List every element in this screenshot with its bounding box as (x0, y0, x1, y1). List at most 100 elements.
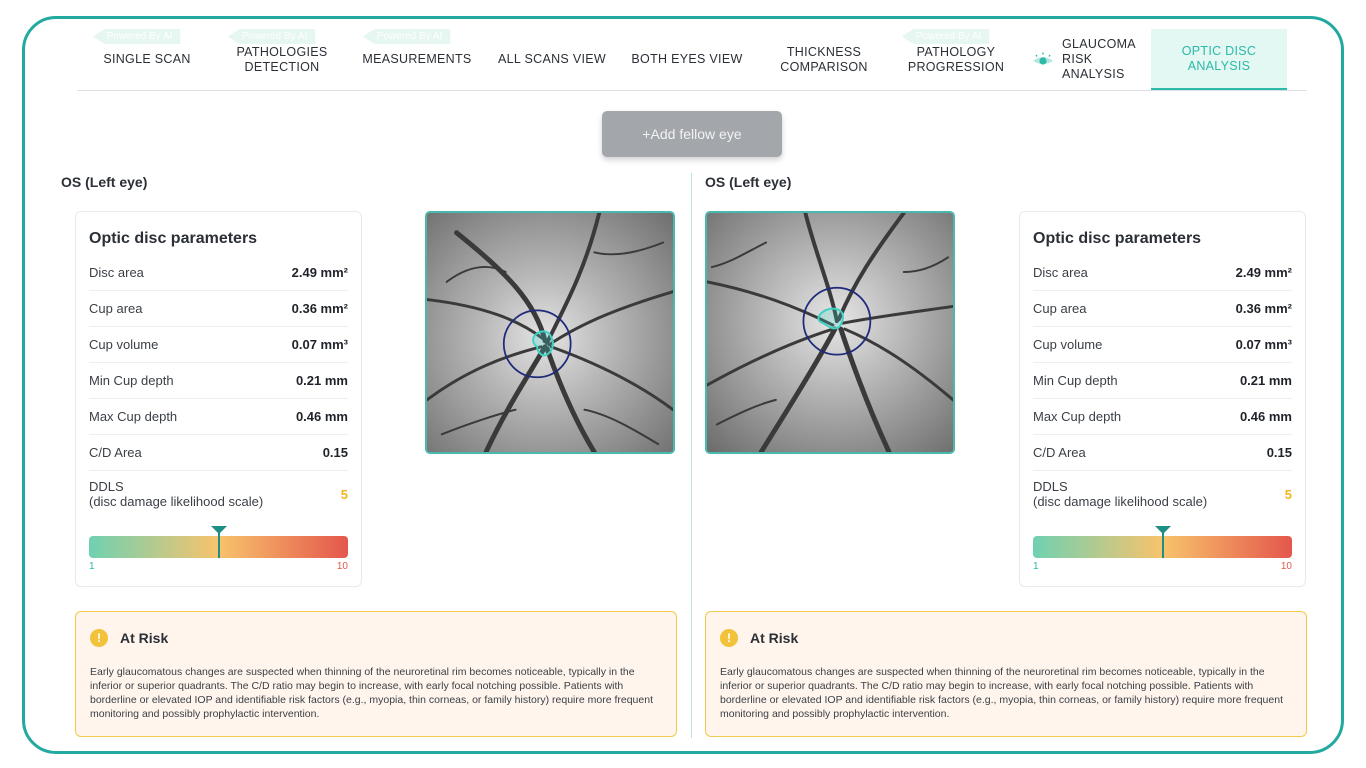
ddls-scale-min: 1 (1033, 561, 1039, 572)
card-title: Optic disc parameters (89, 230, 258, 247)
param-value: 0.07 mm³ (1235, 337, 1292, 352)
param-cd-area: C/D Area 0.15 (89, 435, 348, 471)
param-label: C/D Area (89, 445, 142, 460)
optic-disc-parameters-card: Optic disc parameters Disc area 2.49 mm²… (1019, 211, 1306, 587)
risk-header: ! At Risk (720, 626, 1292, 650)
optic-disc-parameters-card: Optic disc parameters Disc area 2.49 mm²… (75, 211, 362, 587)
param-label: Disc area (89, 265, 144, 280)
risk-title: At Risk (750, 630, 799, 646)
param-disc-area: Disc area 2.49 mm² (89, 255, 348, 291)
eye-title: OS (Left eye) (61, 174, 148, 190)
ddls-scale-max: 10 (1280, 561, 1292, 572)
param-value: 0.15 (322, 445, 348, 460)
param-disc-area: Disc area 2.49 mm² (1033, 255, 1292, 291)
tab-optic-disc-analysis[interactable]: OPTIC DISC ANALYSIS (1151, 29, 1287, 90)
tab-label: ALL SCANS VIEW (498, 52, 606, 66)
param-value: 0.21 mm (295, 373, 348, 388)
risk-title: At Risk (120, 630, 169, 646)
tab-label: BOTH EYES VIEW (631, 52, 743, 66)
risk-alert-box: ! At Risk Early glaucomatous changes are… (75, 611, 677, 737)
ddls-scale-min: 1 (89, 561, 95, 572)
param-label: Cup area (1033, 301, 1087, 316)
param-value: 0.36 mm² (291, 301, 348, 316)
ddls-value: 5 (340, 487, 348, 502)
param-cup-volume: Cup volume 0.07 mm³ (1033, 327, 1292, 363)
param-label: Cup volume (89, 337, 159, 352)
param-cup-volume: Cup volume 0.07 mm³ (89, 327, 348, 363)
ddls-scale-marker (210, 526, 227, 558)
eye-title: OS (Left eye) (705, 174, 792, 190)
tab-pathology-progression[interactable]: Powered By AI PATHOLOGY PROGRESSION (891, 29, 1021, 90)
tab-pathologies-detection[interactable]: Powered By AI PATHOLOGIES DETECTION (217, 29, 347, 90)
ddls-scale: 1 10 (89, 521, 348, 572)
risk-description: Early glaucomatous changes are suspected… (90, 666, 653, 720)
ddls-label-group: DDLS (disc damage likelihood scale) (89, 479, 263, 509)
param-label: Max Cup depth (89, 409, 178, 424)
param-value: 0.46 mm (295, 409, 348, 424)
ddls-label: DDLS (89, 479, 124, 494)
panel-divider (691, 173, 692, 738)
ddls-row: DDLS (disc damage likelihood scale) 5 (89, 471, 348, 521)
param-value: 0.15 (1266, 445, 1292, 460)
tab-glaucoma-risk-analysis[interactable]: GLAUCOMA RISK ANALYSIS (1021, 29, 1151, 90)
ddls-scale-marker (1154, 526, 1171, 558)
param-cd-area: C/D Area 0.15 (1033, 435, 1292, 471)
fundus-image (705, 211, 955, 454)
warning-icon: ! (720, 629, 738, 647)
powered-by-ai-badge: Powered By AI (901, 29, 990, 44)
fundus-image (425, 211, 675, 454)
tab-label: THICKNESS COMPARISON (780, 44, 868, 74)
param-value: 0.36 mm² (1235, 301, 1292, 316)
app-frame: Powered By AI SINGLE SCAN Powered By AI … (22, 16, 1344, 754)
tab-label: PATHOLOGIES DETECTION (236, 44, 328, 74)
param-value: 0.46 mm (1239, 409, 1292, 424)
powered-by-ai-badge: Powered By AI (92, 29, 181, 44)
param-max-cup-depth: Max Cup depth 0.46 mm (89, 399, 348, 435)
tab-all-scans-view[interactable]: ALL SCANS VIEW (487, 29, 617, 90)
param-label: Max Cup depth (1033, 409, 1122, 424)
ddls-sublabel: (disc damage likelihood scale) (89, 494, 264, 509)
param-value: 0.07 mm³ (291, 337, 348, 352)
tab-thickness-comparison[interactable]: THICKNESS COMPARISON (757, 29, 891, 90)
ddls-label: DDLS (1033, 479, 1068, 494)
tab-measurements[interactable]: Powered By AI MEASUREMENTS (347, 29, 487, 90)
fundus-svg (427, 213, 673, 452)
param-label: C/D Area (1033, 445, 1086, 460)
risk-description: Early glaucomatous changes are suspected… (720, 666, 1283, 720)
param-value: 2.49 mm² (1235, 265, 1292, 280)
tab-label: PATHOLOGY PROGRESSION (907, 44, 1005, 74)
add-fellow-eye-button[interactable]: +Add fellow eye (602, 111, 782, 157)
ddls-label-group: DDLS (disc damage likelihood scale) (1033, 479, 1207, 509)
param-value: 0.21 mm (1239, 373, 1292, 388)
ddls-value: 5 (1284, 487, 1292, 502)
powered-by-ai-badge: Powered By AI (227, 29, 316, 44)
param-min-cup-depth: Min Cup depth 0.21 mm (1033, 363, 1292, 399)
param-label: Min Cup depth (89, 373, 174, 388)
tab-label: OPTIC DISC ANALYSIS (1181, 43, 1257, 73)
ddls-sublabel: (disc damage likelihood scale) (1033, 494, 1208, 509)
param-label: Disc area (1033, 265, 1088, 280)
ddls-scale-max: 10 (336, 561, 348, 572)
tab-both-eyes-view[interactable]: BOTH EYES VIEW (617, 29, 757, 90)
ddls-row: DDLS (disc damage likelihood scale) 5 (1033, 471, 1292, 521)
param-min-cup-depth: Min Cup depth 0.21 mm (89, 363, 348, 399)
warning-icon: ! (90, 629, 108, 647)
tab-glaucoma-content: GLAUCOMA RISK ANALYSIS (1032, 37, 1140, 82)
risk-header: ! At Risk (90, 626, 662, 650)
view-tabs: Powered By AI SINGLE SCAN Powered By AI … (77, 29, 1307, 91)
param-label: Min Cup depth (1033, 373, 1118, 388)
fundus-svg (707, 213, 953, 452)
param-label: Cup volume (1033, 337, 1103, 352)
risk-alert-box: ! At Risk Early glaucomatous changes are… (705, 611, 1307, 737)
tab-label: GLAUCOMA RISK ANALYSIS (1062, 37, 1136, 81)
param-label: Cup area (89, 301, 143, 316)
param-value: 2.49 mm² (291, 265, 348, 280)
tab-single-scan[interactable]: Powered By AI SINGLE SCAN (77, 29, 217, 90)
eye-icon (1033, 52, 1053, 65)
tab-label: MEASUREMENTS (362, 52, 472, 66)
card-title: Optic disc parameters (1033, 230, 1202, 247)
ddls-scale: 1 10 (1033, 521, 1292, 572)
powered-by-ai-badge: Powered By AI (362, 29, 451, 44)
tab-label: SINGLE SCAN (103, 52, 191, 66)
param-max-cup-depth: Max Cup depth 0.46 mm (1033, 399, 1292, 435)
